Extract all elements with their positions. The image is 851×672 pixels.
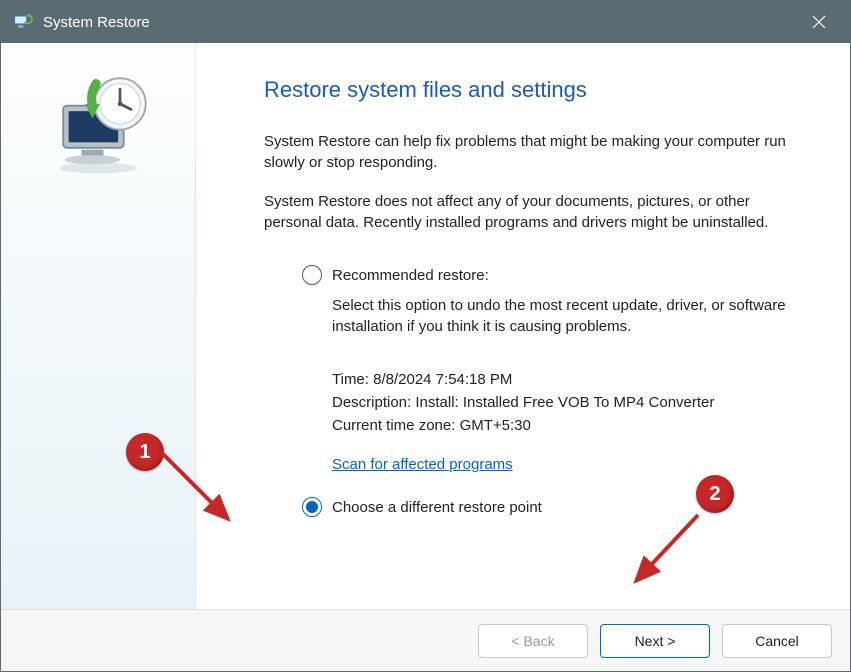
intro-paragraph-1: System Restore can help fix problems tha… — [264, 131, 804, 173]
system-restore-window: System Restore — [0, 0, 851, 672]
page-heading: Restore system files and settings — [264, 77, 804, 103]
detail-time: Time: 8/8/2024 7:54:18 PM — [332, 371, 804, 388]
option-recommended-hint: Select this option to undo the most rece… — [332, 295, 804, 337]
restore-point-details: Time: 8/8/2024 7:54:18 PM Description: I… — [332, 371, 804, 434]
annotation-badge-2: 2 — [696, 475, 734, 513]
detail-timezone: Current time zone: GMT+5:30 — [332, 417, 804, 434]
restore-options-group: Recommended restore: Select this option … — [302, 265, 804, 517]
cancel-button[interactable]: Cancel — [722, 624, 832, 658]
sidebar — [1, 43, 196, 609]
titlebar: System Restore — [1, 1, 850, 43]
app-icon — [11, 11, 33, 33]
window-title: System Restore — [43, 14, 150, 31]
content-area: Restore system files and settings System… — [1, 43, 850, 609]
detail-description: Description: Install: Installed Free VOB… — [332, 394, 804, 411]
option-recommended-label: Recommended restore: — [332, 267, 489, 284]
close-button[interactable] — [796, 3, 842, 41]
intro-paragraph-2: System Restore does not affect any of yo… — [264, 191, 804, 233]
back-button[interactable]: < Back — [478, 624, 588, 658]
next-button[interactable]: Next > — [600, 624, 710, 658]
scan-affected-programs-link[interactable]: Scan for affected programs — [332, 456, 513, 473]
main-panel: Restore system files and settings System… — [196, 43, 850, 609]
radio-choose-different[interactable] — [302, 497, 322, 517]
restore-icon — [43, 69, 153, 179]
annotation-arrow-2 — [626, 509, 716, 599]
annotation-badge-1: 1 — [126, 433, 164, 471]
option-recommended[interactable]: Recommended restore: — [302, 265, 804, 285]
radio-recommended[interactable] — [302, 265, 322, 285]
option-choose-different-label: Choose a different restore point — [332, 499, 542, 516]
wizard-footer: < Back Next > Cancel — [1, 609, 850, 671]
